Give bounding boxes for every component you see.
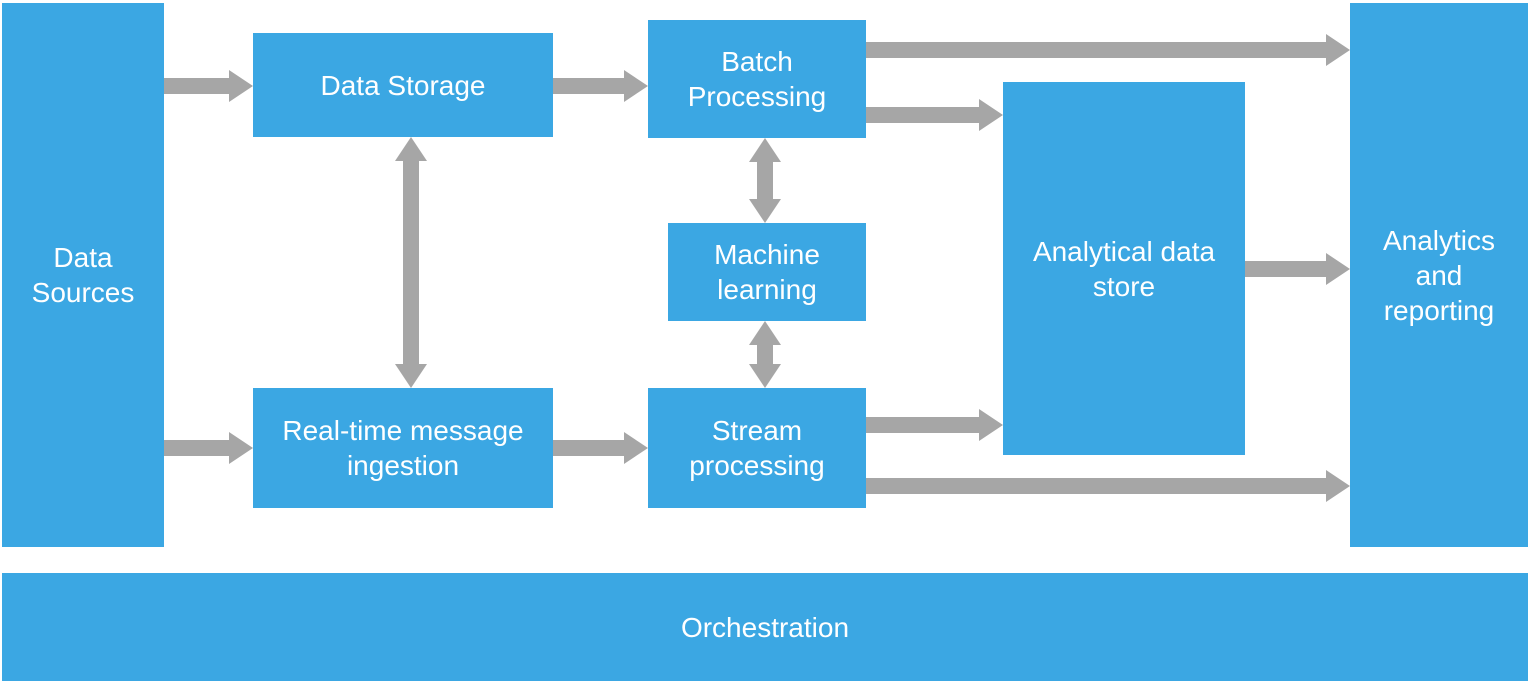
node-data-sources: Data Sources (2, 3, 164, 547)
node-stream-processing: Stream processing (648, 388, 866, 508)
node-label: Data Storage (321, 68, 486, 103)
node-batch-processing: Batch Processing (648, 20, 866, 138)
node-label: Real-time message ingestion (263, 413, 543, 483)
node-orchestration: Orchestration (2, 573, 1528, 681)
node-label: Orchestration (681, 610, 849, 645)
node-real-time-ingestion: Real-time message ingestion (253, 388, 553, 508)
node-analytical-data-store: Analytical data store (1003, 82, 1245, 455)
node-label: Data Sources (12, 240, 154, 310)
node-label: Analytical data store (1013, 234, 1235, 304)
node-label: Machine learning (678, 237, 856, 307)
node-data-storage: Data Storage (253, 33, 553, 137)
node-label: Analytics and reporting (1360, 223, 1518, 328)
node-label: Batch Processing (658, 44, 856, 114)
node-label: Stream processing (658, 413, 856, 483)
node-analytics-reporting: Analytics and reporting (1350, 3, 1528, 547)
node-machine-learning: Machine learning (668, 223, 866, 321)
